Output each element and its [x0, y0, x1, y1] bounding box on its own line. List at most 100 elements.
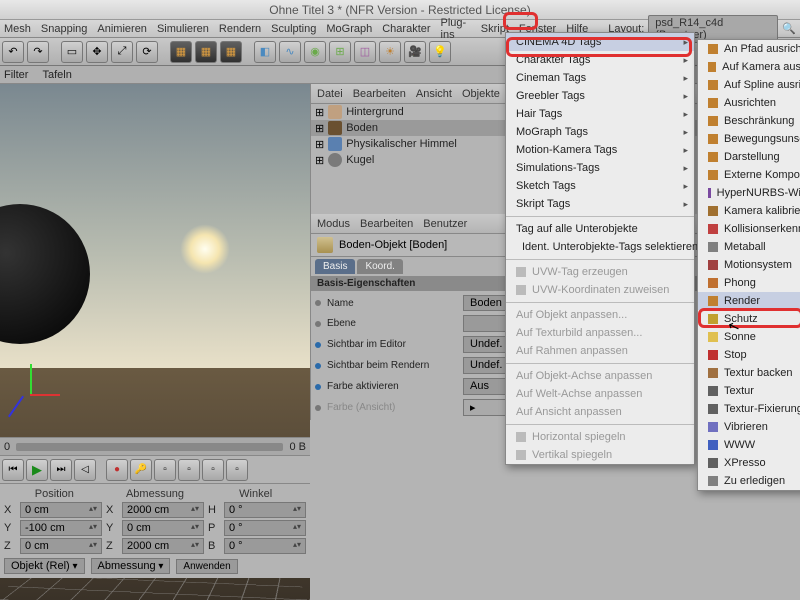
ang-p[interactable]: 0 °▴▾: [224, 520, 306, 536]
dim-z[interactable]: 2000 cm▴▾: [122, 538, 204, 554]
tag-schutz[interactable]: Schutz: [698, 310, 800, 328]
tag-textur-backen[interactable]: Textur backen: [698, 364, 800, 382]
render-settings-button[interactable]: ▦: [195, 41, 217, 63]
attr-edit[interactable]: Bearbeiten: [360, 218, 413, 230]
goto-end[interactable]: ⏭: [50, 459, 72, 481]
attr-mode[interactable]: Modus: [317, 218, 350, 230]
menu-hair-tags[interactable]: Hair Tags: [506, 105, 694, 123]
tag-hypernurbs-wichtung[interactable]: HyperNURBS-Wichtung: [698, 184, 800, 202]
scene-object[interactable]: ☀: [379, 41, 401, 63]
menu-tag-all-children[interactable]: Tag auf alle Unterobjekte: [506, 220, 694, 238]
pos-x[interactable]: 0 cm▴▾: [20, 502, 102, 518]
menu-simulate[interactable]: Simulieren: [157, 23, 209, 35]
menu-c4d-tags[interactable]: CINEMA 4D Tags: [506, 33, 694, 51]
dim-mode[interactable]: Abmessung ▾: [91, 558, 171, 574]
record-button[interactable]: ●: [106, 459, 128, 481]
ang-b[interactable]: 0 °▴▾: [224, 538, 306, 554]
menu-sculpting[interactable]: Sculpting: [271, 23, 316, 35]
render-queue-button[interactable]: ▦: [220, 41, 242, 63]
menu-motioncam-tags[interactable]: Motion-Kamera Tags: [506, 141, 694, 159]
tag-www[interactable]: WWW: [698, 436, 800, 454]
menu-animate[interactable]: Animieren: [97, 23, 147, 35]
prev-key[interactable]: ◁: [74, 459, 96, 481]
key-rot[interactable]: ▫: [202, 459, 224, 481]
key-param[interactable]: ▫: [226, 459, 248, 481]
pos-z[interactable]: 0 cm▴▾: [20, 538, 102, 554]
goto-start[interactable]: ⏮: [2, 459, 24, 481]
menu-mesh[interactable]: Mesh: [4, 23, 31, 35]
tag-vibrieren[interactable]: Vibrieren: [698, 418, 800, 436]
play-button[interactable]: ▶: [26, 459, 48, 481]
search-icon[interactable]: 🔍: [782, 22, 796, 35]
tag-zu-erledigen[interactable]: Zu erledigen: [698, 472, 800, 490]
cube-primitive[interactable]: ◧: [254, 41, 276, 63]
objmgr-view[interactable]: Ansicht: [416, 88, 452, 100]
tag-render[interactable]: Render: [698, 292, 800, 310]
tag-textur[interactable]: Textur: [698, 382, 800, 400]
pos-y[interactable]: -100 cm▴▾: [20, 520, 102, 536]
tag-auf-spline-ausrichten[interactable]: Auf Spline ausrichten: [698, 76, 800, 94]
menu-snapping[interactable]: Snapping: [41, 23, 88, 35]
camera-object[interactable]: 🎥: [404, 41, 426, 63]
dim-y[interactable]: 0 cm▴▾: [122, 520, 204, 536]
tag-metaball[interactable]: Metaball: [698, 238, 800, 256]
menu-cineman-tags[interactable]: Cineman Tags: [506, 69, 694, 87]
tag-beschr-nkung[interactable]: Beschränkung: [698, 112, 800, 130]
tab-coord[interactable]: Koord.: [357, 259, 402, 274]
select-tool[interactable]: ▭: [61, 41, 83, 63]
move-tool[interactable]: ✥: [86, 41, 108, 63]
menu-select-identical[interactable]: Ident. Unterobjekte-Tags selektieren: [506, 238, 694, 256]
key-scale[interactable]: ▫: [178, 459, 200, 481]
tag-auf-kamera-ausrichten[interactable]: Auf Kamera ausrichten: [698, 58, 800, 76]
redo-button[interactable]: ↷: [27, 41, 49, 63]
spline-primitive[interactable]: ∿: [279, 41, 301, 63]
menu-sketch-tags[interactable]: Sketch Tags: [506, 177, 694, 195]
light-object[interactable]: 💡: [429, 41, 451, 63]
ang-h[interactable]: 0 °▴▾: [224, 502, 306, 518]
dim-x[interactable]: 2000 cm▴▾: [122, 502, 204, 518]
key-pos[interactable]: ▫: [154, 459, 176, 481]
timeline[interactable]: 00 B: [0, 437, 310, 455]
tag-xpresso[interactable]: XPresso: [698, 454, 800, 472]
render-view-button[interactable]: ▦: [170, 41, 192, 63]
menu-fit-worldaxis: Auf Welt-Achse anpassen: [506, 385, 694, 403]
filter-menu[interactable]: Filter: [4, 69, 28, 81]
menu-greebler-tags[interactable]: Greebler Tags: [506, 87, 694, 105]
tag-stop[interactable]: Stop: [698, 346, 800, 364]
panels-menu[interactable]: Tafeln: [42, 69, 71, 81]
tag-darstellung[interactable]: Darstellung: [698, 148, 800, 166]
objmgr-edit[interactable]: Bearbeiten: [353, 88, 406, 100]
tag-sonne[interactable]: Sonne: [698, 328, 800, 346]
tag-textur-fixierung[interactable]: Textur-Fixierung: [698, 400, 800, 418]
objmgr-objects[interactable]: Objekte: [462, 88, 500, 100]
menu-mograph-tags[interactable]: MoGraph Tags: [506, 123, 694, 141]
undo-button[interactable]: ↶: [2, 41, 24, 63]
tag-bewegungsunsch-rfe[interactable]: Bewegungsunschärfe: [698, 130, 800, 148]
tag-ausrichten[interactable]: Ausrichten: [698, 94, 800, 112]
menu-render[interactable]: Rendern: [219, 23, 261, 35]
coord-mode[interactable]: Objekt (Rel) ▾: [4, 558, 85, 574]
objmgr-file[interactable]: Datei: [317, 88, 343, 100]
attr-user[interactable]: Benutzer: [423, 218, 467, 230]
nurbs-primitive[interactable]: ◉: [304, 41, 326, 63]
menu-mirror-h: Horizontal spiegeln: [506, 428, 694, 446]
menu-charakter-tags[interactable]: Charakter Tags: [506, 51, 694, 69]
tab-basis[interactable]: Basis: [315, 259, 355, 274]
menu-mograph[interactable]: MoGraph: [326, 23, 372, 35]
scale-tool[interactable]: ⤢: [111, 41, 133, 63]
tag-motionsystem[interactable]: Motionsystem: [698, 256, 800, 274]
deformer-primitive[interactable]: ◫: [354, 41, 376, 63]
tag-externe-kompositing[interactable]: Externe Kompositing: [698, 166, 800, 184]
autokey-button[interactable]: 🔑: [130, 459, 152, 481]
tag-kamera-kalibrieren[interactable]: Kamera kalibrieren: [698, 202, 800, 220]
tag-an-pfad-ausrichten[interactable]: An Pfad ausrichten: [698, 40, 800, 58]
menu-character[interactable]: Charakter: [382, 23, 430, 35]
rotate-tool[interactable]: ⟳: [136, 41, 158, 63]
menu-script-tags[interactable]: Skript Tags: [506, 195, 694, 213]
tag-kollisionserkennung[interactable]: Kollisionserkennung: [698, 220, 800, 238]
tag-phong[interactable]: Phong: [698, 274, 800, 292]
menu-plugins[interactable]: Plug-ins: [441, 17, 471, 41]
apply-button[interactable]: Anwenden: [176, 559, 237, 574]
array-primitive[interactable]: ⊞: [329, 41, 351, 63]
menu-sim-tags[interactable]: Simulations-Tags: [506, 159, 694, 177]
